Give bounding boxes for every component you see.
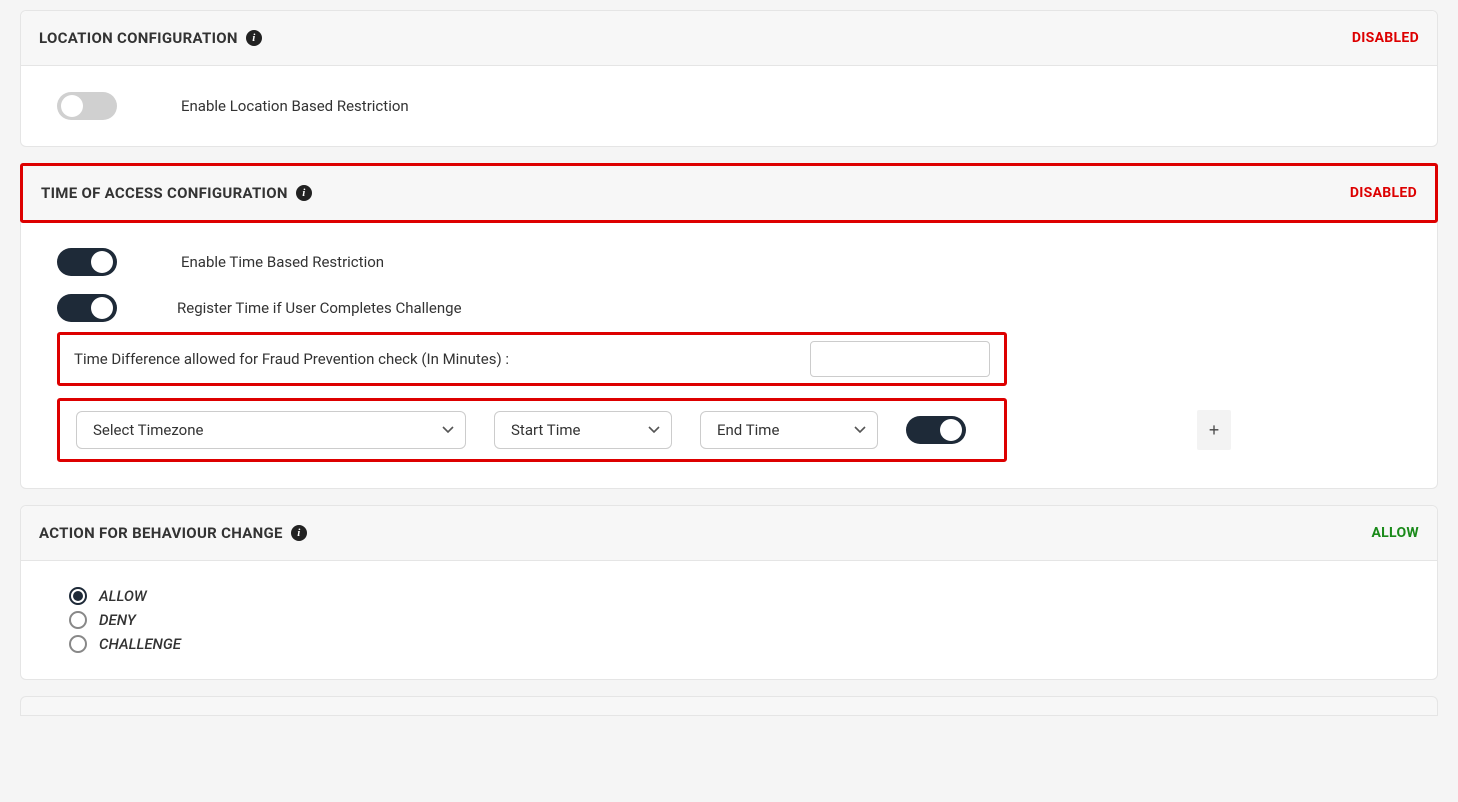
time-diff-label: Time Difference allowed for Fraud Preven… (74, 350, 509, 368)
time-row-toggle[interactable] (906, 416, 966, 444)
end-time-select-wrap: End Time (700, 411, 878, 449)
time-enable-label: Enable Time Based Restriction (181, 253, 384, 271)
timezone-select-wrap: Select Timezone (76, 411, 466, 449)
radio-allow-label: ALLOW (99, 587, 147, 605)
radio-allow[interactable]: ALLOW (69, 587, 1401, 605)
action-radio-group: ALLOW DENY CHALLENGE (57, 587, 1401, 653)
location-enable-row: Enable Location Based Restriction (57, 92, 1401, 120)
header-left: TIME OF ACCESS CONFIGURATION i (41, 184, 312, 202)
time-schedule-row-wrapper: Select Timezone Start Time (57, 398, 1401, 462)
radio-button-icon (69, 611, 87, 629)
timezone-select[interactable]: Select Timezone (76, 411, 466, 449)
info-icon[interactable]: i (296, 185, 312, 201)
radio-challenge[interactable]: CHALLENGE (69, 635, 1401, 653)
time-configuration-card: TIME OF ACCESS CONFIGURATION i DISABLED … (20, 163, 1438, 489)
radio-dot-icon (73, 591, 83, 601)
timezone-select-value: Select Timezone (93, 421, 203, 439)
start-time-select-wrap: Start Time (494, 411, 672, 449)
end-time-select-value: End Time (717, 421, 779, 439)
toggle-knob (940, 419, 962, 441)
time-register-row: Register Time if User Completes Challeng… (57, 294, 1401, 322)
info-icon[interactable]: i (291, 525, 307, 541)
time-diff-input[interactable] (810, 341, 990, 377)
radio-challenge-label: CHALLENGE (99, 635, 181, 653)
location-configuration-card: LOCATION CONFIGURATION i DISABLED Enable… (20, 10, 1438, 147)
toggle-knob (61, 95, 83, 117)
toggle-knob (91, 251, 113, 273)
end-time-select[interactable]: End Time (700, 411, 878, 449)
action-status-badge: ALLOW (1371, 525, 1419, 541)
add-time-row-button[interactable]: + (1197, 410, 1231, 450)
radio-deny-label: DENY (99, 611, 136, 629)
time-enable-toggle[interactable] (57, 248, 117, 276)
location-status-badge: DISABLED (1352, 30, 1419, 46)
start-time-select-value: Start Time (511, 421, 580, 439)
header-left: ACTION FOR BEHAVIOUR CHANGE i (39, 524, 307, 542)
radio-button-icon (69, 587, 87, 605)
location-title: LOCATION CONFIGURATION (39, 29, 238, 47)
radio-button-icon (69, 635, 87, 653)
toggle-knob (91, 297, 113, 319)
time-schedule-row: Select Timezone Start Time (57, 398, 1007, 462)
time-register-toggle[interactable] (57, 294, 117, 322)
info-icon[interactable]: i (246, 30, 262, 46)
header-left: LOCATION CONFIGURATION i (39, 29, 262, 47)
next-card-header (20, 696, 1438, 716)
time-diff-row: Time Difference allowed for Fraud Preven… (57, 332, 1007, 386)
action-title: ACTION FOR BEHAVIOUR CHANGE (39, 524, 283, 542)
action-card-body: ALLOW DENY CHALLENGE (21, 561, 1437, 679)
start-time-select[interactable]: Start Time (494, 411, 672, 449)
radio-deny[interactable]: DENY (69, 611, 1401, 629)
action-card-header: ACTION FOR BEHAVIOUR CHANGE i ALLOW (21, 506, 1437, 561)
location-enable-toggle[interactable] (57, 92, 117, 120)
time-status-badge: DISABLED (1350, 185, 1417, 201)
time-register-label: Register Time if User Completes Challeng… (177, 299, 462, 317)
time-card-header: TIME OF ACCESS CONFIGURATION i DISABLED (20, 163, 1438, 223)
time-enable-row: Enable Time Based Restriction (57, 248, 1401, 276)
time-card-body: Enable Time Based Restriction Register T… (21, 222, 1437, 488)
time-title: TIME OF ACCESS CONFIGURATION (41, 184, 288, 202)
location-card-body: Enable Location Based Restriction (21, 66, 1437, 146)
action-behaviour-card: ACTION FOR BEHAVIOUR CHANGE i ALLOW ALLO… (20, 505, 1438, 680)
location-card-header: LOCATION CONFIGURATION i DISABLED (21, 11, 1437, 66)
location-enable-label: Enable Location Based Restriction (181, 97, 409, 115)
